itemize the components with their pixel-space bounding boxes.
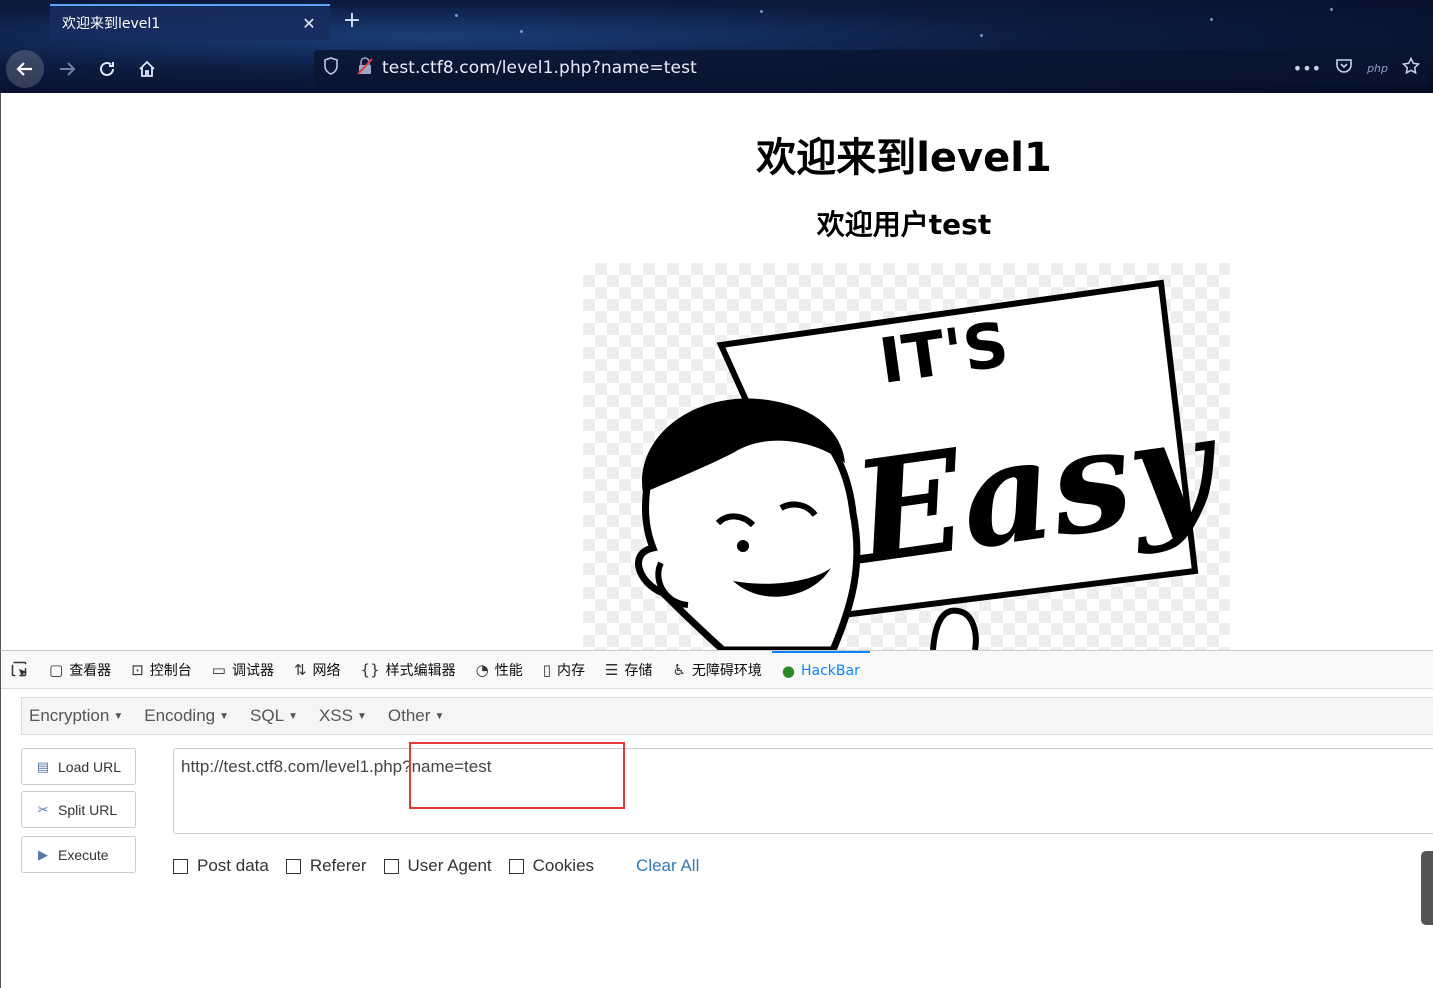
tab-performance[interactable]: ◔ 性能: [466, 651, 533, 689]
accessibility-icon: ♿: [672, 660, 686, 679]
menu-encoding[interactable]: Encoding ▼: [137, 706, 243, 726]
menu-xss[interactable]: XSS ▼: [312, 706, 381, 726]
url-text[interactable]: test.ctf8.com/level1.php?name=test: [382, 58, 1293, 78]
nav-bar: test.ctf8.com/level1.php?name=test ••• p…: [0, 44, 1433, 93]
reload-icon: [100, 61, 114, 76]
home-button[interactable]: [128, 50, 166, 88]
memory-icon: ▯: [542, 660, 551, 679]
close-icon[interactable]: ✕: [300, 14, 318, 33]
url-textarea[interactable]: http://test.ctf8.com/level1.php?name=tes…: [173, 748, 1433, 834]
forward-button[interactable]: [48, 50, 86, 88]
console-icon: ⊡: [131, 660, 144, 679]
load-url-button[interactable]: ▤ Load URL: [21, 748, 136, 785]
its-easy-image: IT'S Easy: [583, 263, 1230, 650]
tab-memory[interactable]: ▯ 内存: [533, 651, 595, 689]
tab-hackbar[interactable]: ● HackBar: [771, 650, 870, 689]
user-agent-checkbox[interactable]: User Agent: [383, 856, 492, 876]
red-highlight-box: [409, 742, 625, 809]
menu-sql[interactable]: SQL ▼: [243, 706, 312, 726]
menu-other[interactable]: Other ▼: [381, 706, 458, 726]
caret-down-icon: ▼: [113, 711, 124, 723]
tab-debugger[interactable]: ▭ 调试器: [202, 651, 284, 689]
clear-all-link[interactable]: Clear All: [636, 856, 699, 876]
inspector-icon: ▢: [49, 660, 64, 679]
storage-icon: ☰: [604, 660, 619, 679]
tab-strip: 欢迎来到level1 ✕ +: [0, 0, 1433, 44]
browser-chrome: 欢迎来到level1 ✕ + test.ctf8.com/level1.php?…: [0, 0, 1433, 93]
execute-button[interactable]: ▶ Execute: [21, 836, 136, 873]
back-button[interactable]: [6, 50, 44, 88]
referer-checkbox[interactable]: Referer: [285, 856, 367, 876]
hackbar-options: Post data Referer User Agent Cookies Cle…: [173, 856, 699, 876]
play-icon: ▶: [38, 846, 48, 862]
url-bar[interactable]: test.ctf8.com/level1.php?name=test ••• p…: [314, 50, 1430, 86]
tab-network[interactable]: ⇅ 网络: [284, 651, 351, 689]
performance-icon: ◔: [475, 660, 489, 679]
tab-inspector[interactable]: ▢ 查看器: [39, 651, 121, 689]
cookies-checkbox[interactable]: Cookies: [508, 856, 594, 876]
caret-down-icon: ▼: [288, 711, 298, 723]
tab-style-editor[interactable]: {} 样式编辑器: [351, 651, 466, 689]
side-resize-handle[interactable]: [1421, 851, 1433, 925]
load-url-icon: ▤: [36, 758, 50, 774]
caret-down-icon: ▼: [219, 711, 230, 723]
post-data-checkbox[interactable]: Post data: [173, 856, 269, 876]
new-tab-button[interactable]: +: [338, 8, 366, 36]
debugger-icon: ▭: [211, 660, 226, 679]
arrow-right-icon: [60, 62, 76, 76]
menu-encryption[interactable]: Encryption ▼: [22, 706, 137, 726]
home-icon: [139, 60, 155, 77]
tab-console[interactable]: ⊡ 控制台: [121, 651, 202, 689]
page-content: 欢迎来到level1 欢迎用户test IT'S Easy: [0, 93, 1433, 650]
scissors-icon: ✂: [37, 801, 49, 817]
network-icon: ⇅: [293, 660, 307, 679]
pick-element-button[interactable]: [1, 651, 39, 689]
tab-storage[interactable]: ☰ 存储: [595, 651, 662, 689]
caret-down-icon: ▼: [434, 711, 445, 723]
tab-accessibility[interactable]: ♿ 无障碍环境: [662, 651, 771, 689]
split-url-button[interactable]: ✂ Split URL: [21, 791, 136, 828]
arrow-left-icon: [16, 62, 32, 76]
tracking-protection-icon[interactable]: [314, 56, 348, 80]
page-title: 欢迎来到level1: [756, 135, 1052, 181]
devtools-toolbar: ▢ 查看器 ⊡ 控制台 ▭ 调试器 ⇅ 网络 {} 样式编辑器 ◔ 性能 ▯ 内存 ☰ 存储 ♿…: [1, 650, 1433, 689]
welcome-user-heading: 欢迎用户test: [816, 208, 992, 241]
style-editor-icon: {}: [360, 660, 380, 679]
devtools-panel: ▢ 查看器 ⊡ 控制台 ▭ 调试器 ⇅ 网络 {} 样式编辑器 ◔ 性能 ▯ 内存 ☰ 存储 ♿…: [0, 650, 1433, 988]
browser-tab[interactable]: 欢迎来到level1 ✕: [50, 4, 330, 40]
reload-button[interactable]: [88, 50, 126, 88]
pick-element-icon: [11, 661, 27, 677]
hackbar-menu: Encryption ▼ Encoding ▼ SQL ▼ XSS ▼ Other ▼: [21, 697, 1433, 735]
pocket-icon[interactable]: [1335, 58, 1353, 78]
tab-title: 欢迎来到level1: [62, 16, 161, 32]
bookmark-star-icon[interactable]: [1401, 56, 1421, 79]
caret-down-icon: ▼: [357, 711, 367, 723]
insecure-lock-icon[interactable]: [348, 56, 382, 80]
php-extension-icon[interactable]: php: [1367, 62, 1388, 75]
hackbar-icon: ●: [781, 661, 795, 680]
page-actions-icon[interactable]: •••: [1293, 59, 1321, 78]
